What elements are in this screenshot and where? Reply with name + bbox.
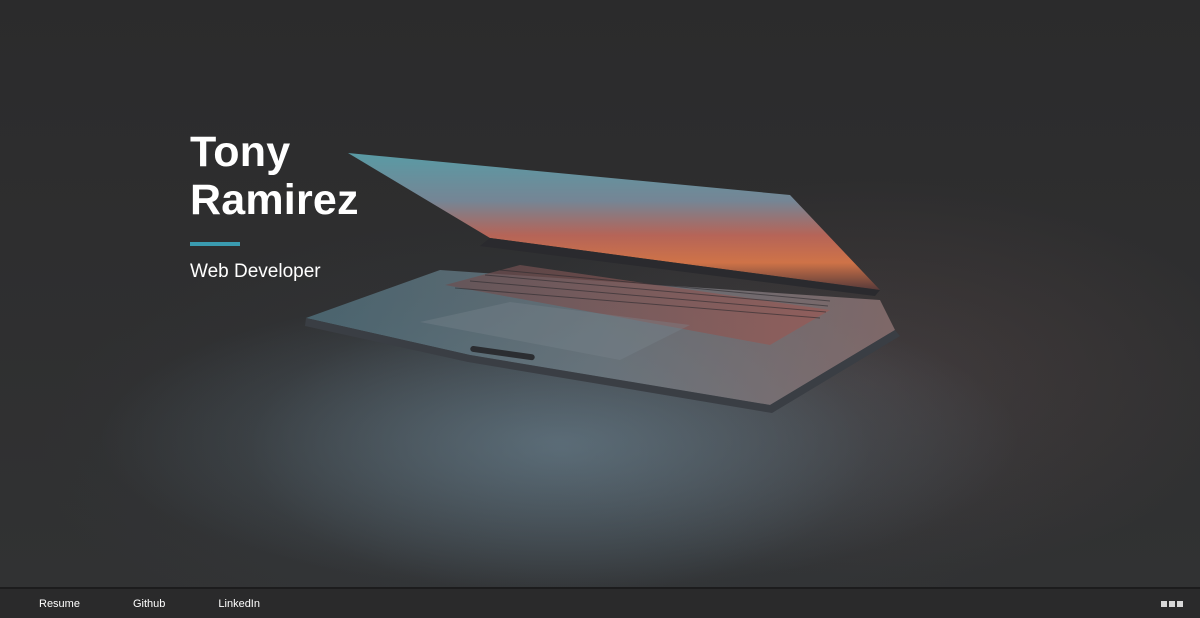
accent-divider <box>190 242 240 246</box>
hero-section: Tony Ramirez Web Developer <box>0 0 1200 587</box>
nav-links: Resume Github LinkedIn <box>39 598 313 610</box>
nav-link-github[interactable]: Github <box>133 598 165 610</box>
name-heading: Tony Ramirez <box>190 128 450 224</box>
page: Tony Ramirez Web Developer Resume Github… <box>0 0 1200 618</box>
menu-dot <box>1161 601 1167 607</box>
nav-link-linkedin[interactable]: LinkedIn <box>218 598 260 610</box>
hero-text: Tony Ramirez Web Developer <box>190 128 450 284</box>
nav-link-resume[interactable]: Resume <box>39 598 80 610</box>
menu-dot <box>1169 601 1175 607</box>
laptop-image <box>100 153 1020 587</box>
menu-icon[interactable] <box>1161 601 1183 607</box>
name-first: Tony <box>190 128 291 176</box>
name-last: Ramirez <box>190 176 359 224</box>
role-subtitle: Web Developer <box>190 261 321 282</box>
menu-dot <box>1177 601 1183 607</box>
footer-nav: Resume Github LinkedIn <box>0 587 1200 618</box>
